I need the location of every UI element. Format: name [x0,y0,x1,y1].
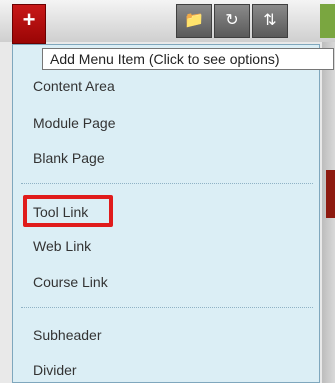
menu-item-blank-page[interactable]: Blank Page [33,149,105,167]
menu-item-web-link[interactable]: Web Link [33,237,91,255]
menu-item-divider[interactable]: Divider [33,361,77,379]
sort-button[interactable]: ⇅ [252,4,288,38]
plus-icon: + [22,7,36,32]
menu-divider [21,307,313,308]
toolbar: + 📁 ↻ ⇅ [0,0,335,44]
menu-item-content-area[interactable]: Content Area [33,77,115,95]
sort-icon: ⇅ [263,12,277,29]
background-accent [326,170,335,218]
refresh-icon: ↻ [225,12,239,29]
menu-item-tool-link[interactable]: Tool Link [33,203,88,221]
add-menu-item-button[interactable]: + [12,4,46,44]
background-page-edge [322,42,335,383]
refresh-button[interactable]: ↻ [214,4,250,38]
menu-item-subheader[interactable]: Subheader [33,326,102,344]
menu-item-module-page[interactable]: Module Page [33,114,116,132]
add-menu-item-dropdown: Content Area Module Page Blank Page Tool… [12,44,320,383]
menu-item-course-link[interactable]: Course Link [33,273,108,291]
folder-button[interactable]: 📁 [176,4,212,38]
tooltip: Add Menu Item (Click to see options) [42,48,334,70]
menu-divider [21,183,313,184]
toolbar-green-edge [320,4,335,38]
folder-icon: 📁 [184,12,204,29]
